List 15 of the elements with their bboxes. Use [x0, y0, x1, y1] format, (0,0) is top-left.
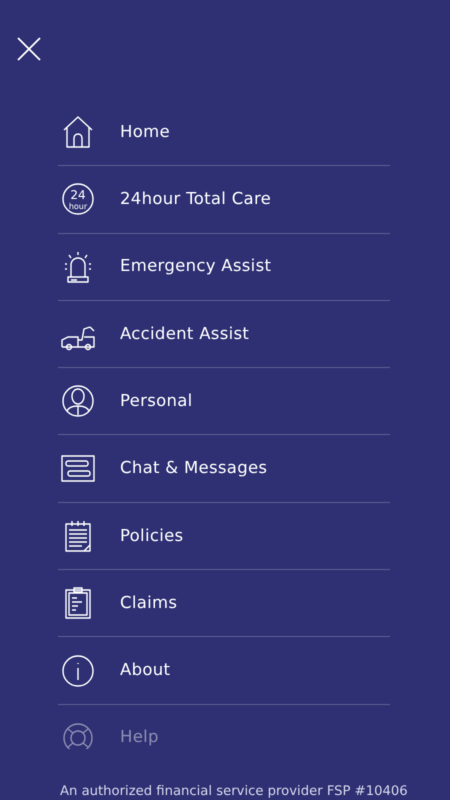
menu-item[interactable]: Emergency Assist: [58, 234, 390, 301]
menu-item[interactable]: Home: [58, 99, 390, 166]
footer-text: An authorized financial service provider FSP #10406: [60, 783, 408, 800]
menu-item[interactable]: 24 hour 24hour Total Care: [58, 166, 390, 234]
close-button[interactable]: [17, 36, 41, 60]
clock-icon: 24 hour: [60, 182, 96, 216]
menu-item[interactable]: Personal: [58, 368, 390, 436]
menu-item[interactable]: Accident Assist: [58, 300, 390, 368]
person-icon: [60, 384, 96, 418]
menu-item[interactable]: Policies: [58, 502, 390, 570]
info-icon: [60, 654, 96, 688]
menu-item[interactable]: Claims: [58, 570, 390, 638]
menu-item[interactable]: Help: [58, 704, 390, 749]
menu-item[interactable]: About: [58, 637, 390, 705]
menu-item[interactable]: Chat & Messages: [58, 435, 390, 503]
